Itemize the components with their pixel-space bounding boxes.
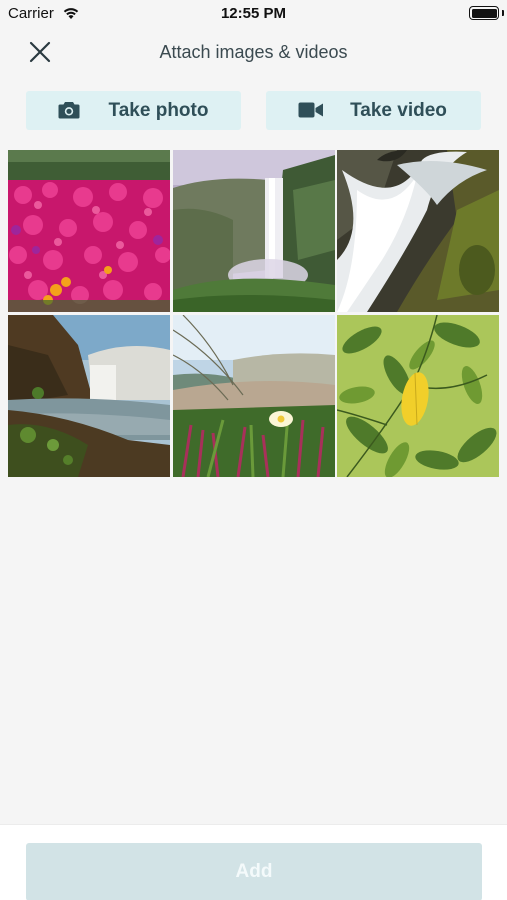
gallery-thumbnail[interactable] xyxy=(172,150,335,312)
page-title: Attach images & videos xyxy=(159,42,348,62)
camera-icon xyxy=(58,101,80,124)
clock: 12:55 PM xyxy=(220,5,287,22)
take-photo-button[interactable]: Take photo xyxy=(26,91,241,130)
gallery-thumbnail[interactable] xyxy=(337,314,499,477)
take-video-button[interactable]: Take video xyxy=(266,91,481,130)
gallery-thumbnail[interactable] xyxy=(8,314,170,477)
gallery-thumbnail[interactable] xyxy=(337,150,499,312)
battery-icon xyxy=(469,6,499,20)
gallery-thumbnail[interactable] xyxy=(8,150,170,312)
footer: Add xyxy=(0,824,507,900)
add-button[interactable]: Add xyxy=(26,843,482,900)
battery-tip xyxy=(502,10,504,16)
video-camera-icon xyxy=(298,101,324,124)
header: Attach images & videos xyxy=(0,30,507,74)
status-bar: Carrier 12:55 PM xyxy=(0,0,507,28)
media-grid xyxy=(8,150,499,477)
gallery-thumbnail[interactable] xyxy=(172,314,335,477)
